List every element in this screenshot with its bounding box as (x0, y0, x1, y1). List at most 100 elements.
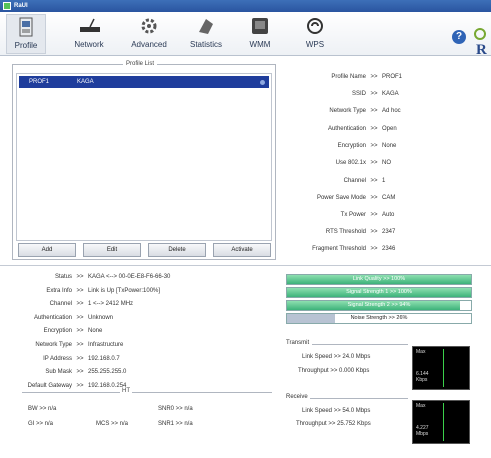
profile-list-title: Profile List (123, 61, 158, 67)
status-key: Sub Mask (45, 369, 72, 376)
status-value: Infrastructure (88, 342, 124, 348)
advanced-icon (138, 14, 160, 38)
signal-strength-2-label: Signal Strength 2 >> 94% (347, 302, 411, 308)
ht-snr1: SNR1 >> n/a (158, 421, 193, 427)
tab-statistics[interactable]: Statistics (184, 14, 228, 54)
detail-value: Auto (382, 212, 395, 218)
detail-separator: >> (370, 195, 378, 201)
graph-value: 6.144 Kbps (416, 371, 429, 383)
status-key: Encryption (43, 328, 72, 335)
profile-row[interactable]: PROF1 KAGA (19, 76, 269, 88)
detail-row: Network Type >> Ad hoc (300, 108, 490, 114)
status-row: Authentication >> Unknown (4, 315, 264, 321)
detail-row: Power Save Mode >> CAM (300, 195, 490, 201)
transmit-graph: Max 6.144 Kbps (412, 346, 470, 390)
statistics-icon (195, 14, 217, 38)
status-key: Network Type (35, 342, 72, 348)
status-value: 255.255.255.0 (88, 369, 127, 376)
status-key: Default Gateway (27, 382, 72, 389)
noise-strength-bar: Noise Strength >> 26% (286, 313, 472, 324)
detail-value: 2346 (382, 246, 396, 252)
tab-wps[interactable]: WPS (300, 14, 330, 54)
activate-button[interactable]: Activate (213, 243, 271, 257)
receive-throughput: Throughput >> 25.752 Kbps (296, 421, 371, 427)
logo-ring-icon (474, 28, 486, 40)
tab-label: WMM (249, 40, 271, 49)
ht-title: HT (120, 388, 132, 394)
logo-icon: R (476, 42, 487, 58)
detail-separator: >> (370, 108, 378, 114)
status-value: 1 <--> 2412 MHz (88, 301, 134, 308)
delete-button[interactable]: Delete (148, 243, 206, 257)
detail-key: Power Save Mode (316, 195, 366, 201)
status-row: IP Address >> 192.168.0.7 (4, 356, 264, 362)
noise-strength-fill (287, 314, 335, 323)
edit-button[interactable]: Edit (83, 243, 141, 257)
profile-icon (15, 15, 37, 39)
detail-row: Authentication >> Open (300, 126, 490, 132)
detail-row: Tx Power >> Auto (300, 212, 490, 218)
status-value: Unknown (88, 314, 114, 321)
status-separator: >> (76, 301, 84, 308)
divider (0, 265, 491, 266)
tab-advanced[interactable]: Advanced (126, 14, 172, 54)
status-separator: >> (76, 328, 84, 335)
tab-label: WPS (305, 40, 325, 49)
status-dot-icon (260, 79, 265, 85)
detail-value: Ad hoc (382, 108, 401, 114)
app-icon (3, 2, 11, 10)
toolbar: Profile Network Advanced Statistics WMM … (0, 12, 491, 58)
status-separator: >> (76, 274, 84, 280)
status-separator: >> (76, 287, 84, 294)
detail-separator: >> (370, 246, 378, 252)
detail-row: Use 802.1x >> NO (300, 160, 490, 166)
tab-label: Advanced (131, 40, 167, 49)
network-icon (78, 14, 100, 38)
detail-key: Profile Name (331, 74, 366, 80)
detail-value: CAM (382, 195, 396, 201)
detail-key: Network Type (329, 108, 366, 114)
detail-separator: >> (370, 126, 378, 132)
status-separator: >> (76, 382, 84, 389)
tab-label: Profile (14, 41, 38, 50)
ht-snr0: SNR0 >> n/a (158, 406, 193, 412)
detail-key: Tx Power (340, 212, 366, 218)
tab-profile[interactable]: Profile (6, 14, 46, 54)
signal-strength-1-bar: Signal Strength 1 >> 100% (286, 287, 472, 298)
transmit-link-speed: Link Speed >> 24.0 Mbps (302, 354, 371, 360)
ht-gi: GI >> n/a (28, 421, 54, 427)
graph-line (443, 403, 444, 441)
signal-strength-2-bar: Signal Strength 2 >> 94% (286, 300, 472, 311)
detail-row: SSID >> KAGA (300, 91, 490, 97)
status-key: IP Address (43, 355, 72, 362)
detail-value: None (382, 143, 397, 149)
status-separator: >> (76, 314, 84, 321)
window-title: RaUI (14, 3, 28, 9)
status-row: Network Type >> Infrastructure (4, 342, 264, 348)
receive-divider (310, 398, 408, 399)
status-row: Status >> KAGA <--> 00-0E-E8-F6-66-30 (4, 274, 264, 280)
detail-value: KAGA (382, 91, 399, 97)
status-separator: >> (76, 369, 84, 376)
ht-divider (22, 392, 272, 393)
status-separator: >> (76, 355, 84, 362)
signal-strength-1-label: Signal Strength 1 >> 100% (346, 289, 412, 295)
receive-link-speed: Link Speed >> 54.0 Mbps (302, 408, 371, 414)
profile-list-frame: Profile List PROF1 KAGA (12, 61, 276, 260)
link-quality-label: Link Quality >> 100% (352, 276, 406, 282)
detail-separator: >> (370, 143, 378, 149)
detail-separator: >> (370, 91, 378, 97)
tab-network[interactable]: Network (68, 14, 110, 54)
status-value: None (88, 328, 103, 335)
profile-list[interactable]: PROF1 KAGA (16, 73, 272, 241)
status-value: Link is Up [TxPower:100%] (88, 287, 161, 294)
profile-ssid: KAGA (77, 79, 94, 85)
transmit-divider (312, 344, 408, 345)
tab-label: Network (74, 40, 104, 49)
add-button[interactable]: Add (18, 243, 76, 257)
status-row: Encryption >> None (4, 328, 264, 334)
tab-wmm[interactable]: WMM (245, 14, 275, 54)
status-key: Authentication (33, 314, 72, 321)
help-icon[interactable]: ? (452, 30, 466, 44)
graph-max: Max (416, 403, 426, 409)
